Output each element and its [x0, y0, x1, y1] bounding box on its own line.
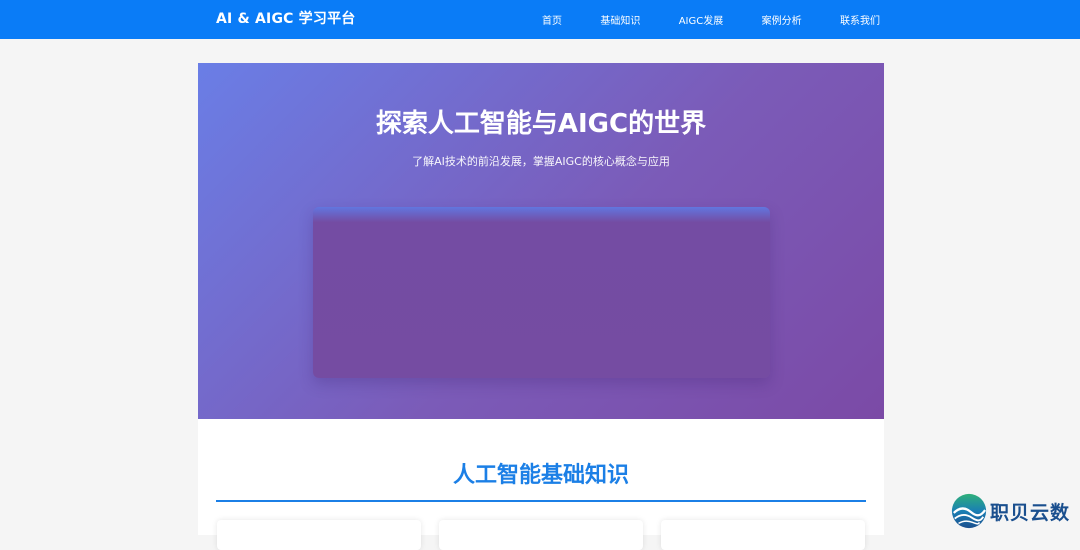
knowledge-card[interactable] — [217, 520, 421, 550]
nav-link-contact[interactable]: 联系我们 — [840, 12, 880, 27]
hero-subtitle: 了解AI技术的前沿发展，掌握AIGC的核心概念与应用 — [412, 155, 670, 168]
main-nav: 首页 基础知识 AIGC发展 案例分析 联系我们 — [520, 12, 880, 27]
section-divider — [216, 500, 866, 502]
knowledge-card[interactable] — [661, 520, 865, 550]
watermark: 职贝云数 — [950, 491, 1070, 531]
top-navbar: AI & AIGC 学习平台 首页 基础知识 AIGC发展 案例分析 联系我们 — [0, 0, 1080, 39]
site-brand[interactable]: AI & AIGC 学习平台 — [216, 8, 355, 28]
nav-link-aigc-development[interactable]: AIGC发展 — [679, 12, 724, 27]
knowledge-card[interactable] — [439, 520, 643, 550]
watermark-text: 职贝云数 — [990, 501, 1071, 524]
wave-globe-logo-icon — [951, 493, 987, 529]
nav-link-basics[interactable]: 基础知识 — [600, 12, 640, 27]
nav-link-case-studies[interactable]: 案例分析 — [762, 12, 802, 27]
section-title: 人工智能基础知识 — [452, 463, 629, 488]
hero-banner: 探索人工智能与AIGC的世界 了解AI技术的前沿发展，掌握AIGC的核心概念与应… — [198, 63, 884, 419]
basics-section: 人工智能基础知识 — [198, 419, 884, 550]
hero-media-panel — [313, 207, 770, 378]
hero-title: 探索人工智能与AIGC的世界 — [375, 109, 707, 139]
nav-link-home[interactable]: 首页 — [542, 12, 562, 27]
